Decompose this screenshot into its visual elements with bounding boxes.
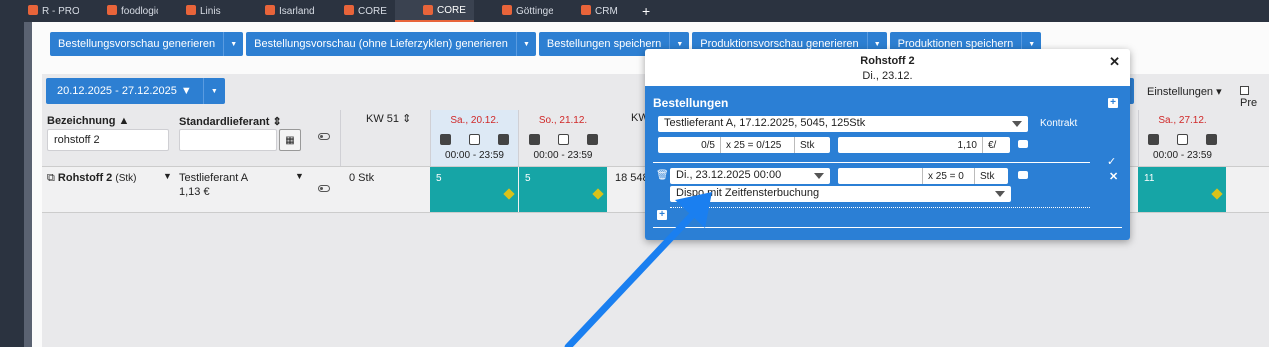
order-marker-icon	[503, 188, 515, 200]
sidebar-scrollbar[interactable]	[24, 22, 32, 347]
app-favicon-icon	[502, 5, 512, 15]
settings-dropdown[interactable]: Einstellungen ▾	[1147, 85, 1222, 98]
filter-icon: ▼	[180, 85, 192, 97]
chevron-down-icon[interactable]: ▼	[223, 32, 243, 56]
comment-icon[interactable]	[1018, 171, 1028, 179]
price-field[interactable]: 1,10 €/	[838, 137, 1010, 153]
supplier-filter-input[interactable]	[179, 129, 277, 151]
tab-foodlogic[interactable]: foodlogic	[79, 0, 158, 22]
paste-icon[interactable]	[498, 134, 509, 145]
chevron-down-icon	[995, 191, 1005, 197]
checkbox-icon[interactable]	[1177, 134, 1188, 145]
sort-icon: ⇕	[402, 113, 412, 125]
app-favicon-icon	[107, 5, 117, 15]
app-favicon-icon	[581, 5, 591, 15]
close-icon[interactable]: ✕	[1109, 170, 1118, 183]
dialog-title: Rohstoff 2	[860, 55, 915, 67]
tab-crm[interactable]: CRM	[553, 0, 632, 22]
day-column-sa-20: Sa., 20.12. 00:00 - 23:59	[430, 110, 518, 166]
check-icon[interactable]: ✓	[1107, 155, 1116, 168]
order-preview-no-cycle-button[interactable]: Bestellungsvorschau (ohne Lieferzyklen) …	[246, 32, 536, 56]
row-price: 1,13 €	[179, 186, 210, 198]
kw-header[interactable]: KW 51 ⇕	[366, 112, 411, 125]
external-link-icon[interactable]: ⧉	[47, 172, 55, 184]
day-cell-sa-27[interactable]: 11	[1138, 167, 1226, 212]
column-header-lieferant[interactable]: Standardlieferant ⇕	[179, 115, 282, 128]
quantity-field[interactable]: 0/5 x 25 = 0/125 Stk	[658, 137, 830, 153]
sort-asc-icon: ▲	[118, 115, 130, 127]
paste-icon[interactable]	[1206, 134, 1217, 145]
checkbox-icon[interactable]	[1240, 86, 1249, 95]
chevron-down-icon[interactable]: ▼	[202, 78, 225, 104]
dialog-subtitle: Di., 23.12.	[862, 70, 913, 82]
left-sidebar	[0, 22, 24, 347]
chevron-down-icon[interactable]: ▼	[515, 32, 536, 56]
pre-checkbox[interactable]: Pre	[1240, 85, 1269, 109]
app-favicon-icon	[423, 5, 433, 15]
chevron-down-icon	[814, 173, 824, 179]
tab-core-active[interactable]: CORE	[395, 0, 474, 22]
annotation-arrow-icon	[564, 192, 712, 347]
toggle-icon[interactable]	[318, 133, 330, 140]
copy-icon[interactable]	[440, 134, 451, 145]
close-icon[interactable]: ✕	[1109, 54, 1120, 70]
divider	[653, 162, 1090, 163]
calendar-icon[interactable]: ▦	[279, 129, 301, 151]
tab-goettinger[interactable]: Göttinger	[474, 0, 553, 22]
day-column-sa-27: Sa., 27.12. 00:00 - 23:59	[1138, 110, 1226, 166]
dialog-header: Rohstoff 2 Di., 23.12. ✕	[645, 49, 1130, 86]
quantity-field-2[interactable]: x 25 = 0 Stk	[838, 168, 1008, 184]
copy-icon[interactable]	[1148, 134, 1159, 145]
app-favicon-icon	[28, 5, 38, 15]
row-name[interactable]: ⧉ Rohstoff 2 (Stk)	[47, 172, 136, 185]
day-cell-sa-20[interactable]: 5	[430, 167, 518, 212]
dotted-divider	[670, 207, 1090, 208]
tab-r-produ[interactable]: R - PRODU...	[0, 0, 79, 22]
row-stock: 0 Stk	[349, 172, 375, 184]
app-favicon-icon	[265, 5, 275, 15]
toggle-icon[interactable]	[318, 185, 330, 192]
row-supplier: Testlieferant A	[179, 172, 249, 184]
name-filter-input[interactable]: rohstoff 2	[47, 129, 169, 151]
chevron-down-icon	[1012, 121, 1022, 127]
section-title: Bestellungen	[653, 96, 729, 110]
sort-icon: ⇕	[272, 116, 282, 128]
checkbox-icon[interactable]	[469, 134, 480, 145]
day-column-so-21: So., 21.12. 00:00 - 23:59	[518, 110, 607, 166]
supplier-dropdown-caret-icon[interactable]: ▼	[295, 171, 304, 181]
browser-tab-strip: R - PRODU... foodlogic Linis Isarland CO…	[0, 0, 1269, 22]
date-range-button[interactable]: 20.12.2025 - 27.12.2025 ▼ ▼	[46, 78, 225, 104]
tab-linis[interactable]: Linis	[158, 0, 237, 22]
add-order-icon[interactable]: +	[1108, 98, 1118, 108]
supplier-contract-select[interactable]: Testlieferant A, 17.12.2025, 5045, 125St…	[658, 116, 1028, 132]
app-favicon-icon	[344, 5, 354, 15]
comment-icon[interactable]	[1018, 140, 1028, 148]
column-header-bezeichnung[interactable]: Bezeichnung ▲	[47, 115, 129, 127]
tab-isarland[interactable]: Isarland	[237, 0, 316, 22]
paste-icon[interactable]	[586, 134, 598, 145]
order-marker-icon	[1211, 188, 1223, 200]
contract-label: Kontrakt	[1040, 118, 1078, 129]
new-tab-plus-icon[interactable]: +	[632, 0, 660, 22]
order-preview-button[interactable]: Bestellungsvorschau generieren ▼	[50, 32, 244, 56]
checkbox-icon[interactable]	[557, 134, 569, 145]
row-dropdown-caret-icon[interactable]: ▼	[163, 171, 172, 181]
copy-icon[interactable]	[528, 134, 540, 145]
app-favicon-icon	[186, 5, 196, 15]
tab-core-1[interactable]: CORE	[316, 0, 395, 22]
